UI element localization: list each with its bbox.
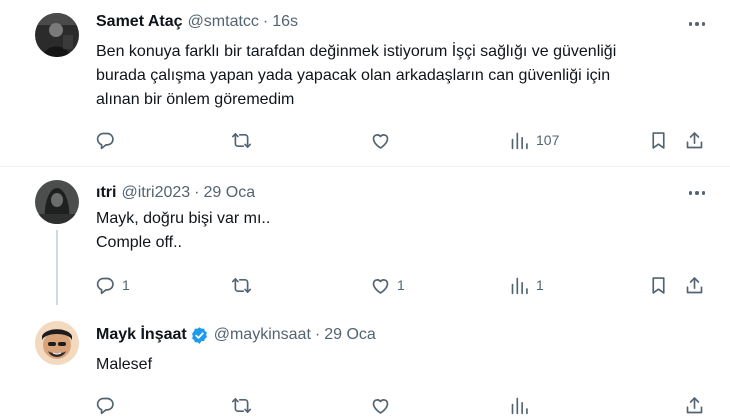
like-button[interactable] bbox=[370, 393, 391, 417]
tweet-text: Mayk, doğru bişi var mı.. Comple off.. bbox=[96, 207, 706, 255]
tweet-2[interactable]: ıtri @itri2023 · 29 Oca Mayk, doğru bişi… bbox=[0, 167, 730, 307]
author-handle[interactable]: @maykinsaat bbox=[214, 325, 311, 345]
tweet-text-line: Ben konuya farklı bir tarafdan değinmek … bbox=[96, 43, 617, 60]
author-handle[interactable]: @itri2023 bbox=[121, 183, 190, 203]
reply-icon bbox=[96, 277, 114, 294]
reply-button[interactable]: 1 bbox=[95, 273, 130, 297]
author-name[interactable]: ıtri bbox=[96, 183, 116, 203]
view-count: 1 bbox=[536, 277, 544, 293]
share-button[interactable] bbox=[684, 273, 705, 297]
timestamp[interactable]: 29 Oca bbox=[204, 183, 256, 203]
timestamp[interactable]: 29 Oca bbox=[324, 325, 376, 345]
author-name[interactable]: Samet Ataç bbox=[96, 12, 183, 32]
views-icon bbox=[511, 132, 528, 149]
reply-count: 1 bbox=[122, 277, 130, 293]
tweet-text-line: Comple off.. bbox=[96, 234, 182, 251]
tweet-text: Malesef bbox=[96, 353, 706, 377]
verified-badge-icon bbox=[191, 326, 207, 344]
share-icon bbox=[686, 276, 703, 293]
retweet-button[interactable] bbox=[231, 128, 258, 152]
like-icon bbox=[372, 398, 389, 414]
like-icon bbox=[372, 133, 389, 149]
action-bar: 107 bbox=[0, 128, 730, 152]
share-icon bbox=[686, 131, 703, 148]
retweet-icon bbox=[231, 277, 252, 293]
tweet-header: Samet Ataç @smtatcc · 16s bbox=[96, 12, 298, 32]
tweet-header: Mayk İnşaat @maykinsaat · 29 Oca bbox=[96, 325, 376, 345]
views-icon bbox=[511, 397, 528, 414]
retweet-icon bbox=[231, 397, 252, 413]
avatar[interactable] bbox=[35, 321, 79, 365]
avatar-image bbox=[35, 13, 79, 57]
views-button[interactable]: 1 bbox=[509, 273, 544, 297]
tweet-text-line: Mayk, doğru bişi var mı.. bbox=[96, 210, 271, 227]
retweet-icon bbox=[231, 132, 252, 148]
views-button[interactable]: 107 bbox=[509, 128, 559, 152]
tweet-text-line: burada çalışma yapan yada yapacak olan a… bbox=[96, 67, 611, 84]
like-count: 1 bbox=[397, 277, 405, 293]
avatar-image bbox=[35, 180, 79, 224]
retweet-button[interactable] bbox=[231, 273, 258, 297]
tweet-header: ıtri @itri2023 · 29 Oca bbox=[96, 183, 255, 203]
views-icon bbox=[511, 277, 528, 294]
bookmark-button[interactable] bbox=[648, 273, 669, 297]
tweet-text-line: alınan bir önlem göremedim bbox=[96, 91, 295, 108]
view-count: 107 bbox=[536, 132, 560, 148]
reply-button[interactable] bbox=[95, 393, 116, 417]
separator-dot: · bbox=[194, 184, 200, 201]
reply-icon bbox=[96, 397, 114, 414]
more-icon[interactable] bbox=[686, 183, 708, 203]
timestamp[interactable]: 16s bbox=[272, 12, 298, 32]
author-handle[interactable]: @smtatcc bbox=[188, 12, 259, 32]
bookmark-button[interactable] bbox=[648, 128, 669, 152]
share-button[interactable] bbox=[684, 128, 705, 152]
tweet-text: Ben konuya farklı bir tarafdan değinmek … bbox=[96, 40, 706, 112]
avatar[interactable] bbox=[35, 13, 79, 57]
share-button[interactable] bbox=[684, 393, 705, 417]
reply-button[interactable] bbox=[95, 128, 122, 152]
avatar-image bbox=[35, 321, 79, 365]
reply-icon bbox=[96, 132, 114, 149]
avatar[interactable] bbox=[35, 180, 79, 224]
tweet-1[interactable]: Samet Ataç @smtatcc · 16s Ben konuya far… bbox=[0, 0, 730, 166]
action-bar bbox=[0, 393, 730, 417]
more-icon[interactable] bbox=[686, 14, 708, 34]
bookmark-icon bbox=[652, 131, 665, 149]
action-bar: 1 1 1 bbox=[0, 273, 730, 297]
like-button[interactable] bbox=[370, 128, 397, 152]
tweet-text-line: Malesef bbox=[96, 356, 153, 373]
retweet-button[interactable] bbox=[231, 393, 252, 417]
like-icon bbox=[372, 278, 389, 294]
views-button[interactable] bbox=[509, 393, 530, 417]
tweet-3[interactable]: Mayk İnşaat @maykinsaat · 29 Oca Malesef bbox=[0, 307, 730, 420]
share-icon bbox=[686, 396, 703, 413]
like-button[interactable]: 1 bbox=[370, 273, 405, 297]
bookmark-icon bbox=[652, 276, 665, 294]
separator-dot: · bbox=[262, 13, 269, 30]
separator-dot: · bbox=[314, 326, 321, 343]
author-name[interactable]: Mayk İnşaat bbox=[96, 325, 187, 345]
